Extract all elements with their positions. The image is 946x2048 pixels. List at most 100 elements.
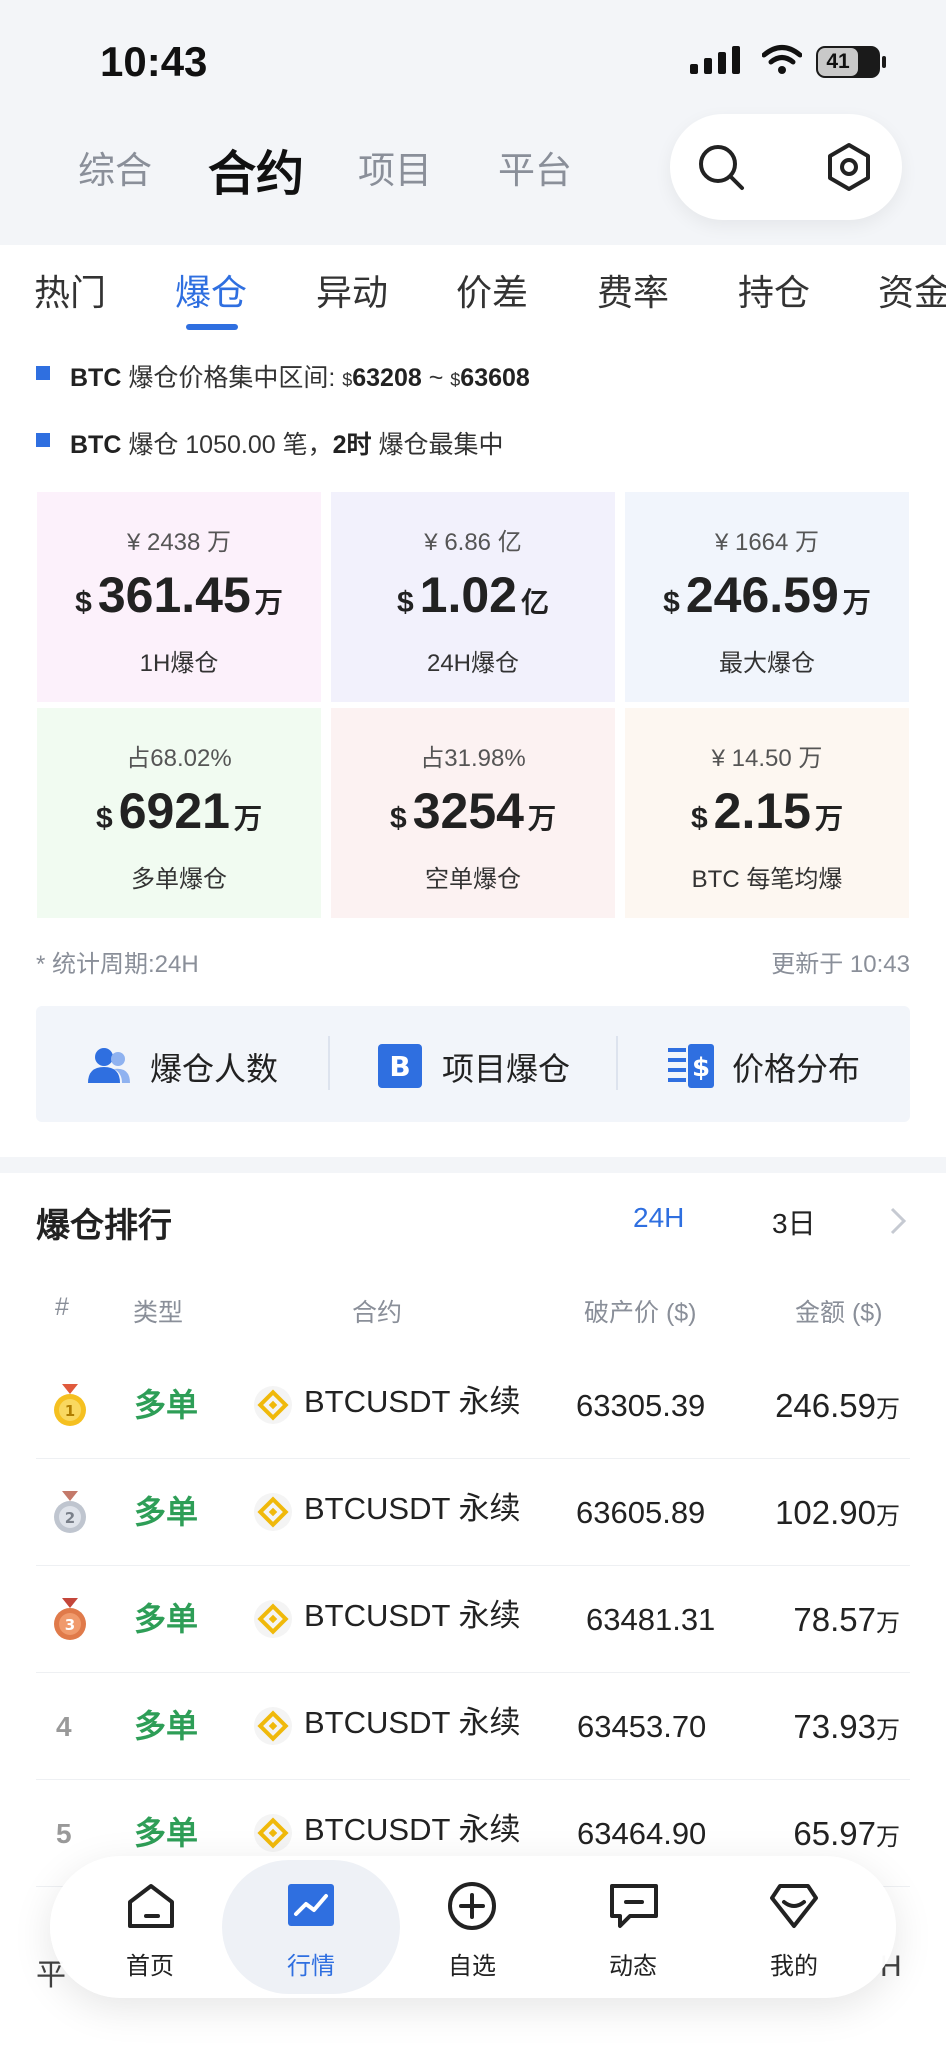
card-value: $361.45 万 bbox=[75, 567, 283, 623]
tab-funds[interactable]: 资金 bbox=[878, 264, 946, 316]
row-rank: 5 bbox=[56, 1818, 72, 1849]
top-nav-comprehensive[interactable]: 综合 bbox=[78, 140, 152, 194]
table-row[interactable]: 1 多单 BTCUSDT 永续 63305.39 246.59万 bbox=[36, 1352, 910, 1459]
row-contract: BTCUSDT 永续 bbox=[304, 1598, 521, 1633]
row-amount: 246.59万 bbox=[775, 1387, 900, 1424]
home-icon[interactable] bbox=[126, 1882, 176, 1930]
binance-coin-icon bbox=[254, 1386, 292, 1424]
row-price: 63481.31 bbox=[586, 1602, 716, 1637]
profile-diamond-icon[interactable] bbox=[768, 1882, 820, 1930]
stat-card-24h: ¥ 6.86 亿 $1.02 亿 24H爆仓 bbox=[331, 492, 615, 702]
card-sub: ¥ 14.50 万 bbox=[711, 745, 823, 772]
ranking-tab-24h[interactable]: 24H bbox=[633, 1202, 684, 1234]
row-amount: 102.90万 bbox=[775, 1494, 900, 1531]
tab-home[interactable]: 首页 bbox=[90, 1946, 210, 1981]
stat-card-avg: ¥ 14.50 万 $2.15 万 BTC 每笔均爆 bbox=[625, 708, 909, 918]
card-label: 1H爆仓 bbox=[139, 650, 219, 677]
binance-coin-icon bbox=[254, 1493, 292, 1531]
price-distribution-icon: $ bbox=[668, 1044, 714, 1088]
row-price: 63305.39 bbox=[576, 1388, 706, 1423]
top-nav-project[interactable]: 项目 bbox=[358, 140, 432, 194]
wifi-icon bbox=[762, 45, 802, 74]
svg-text:3: 3 bbox=[65, 1616, 75, 1634]
row-contract: BTCUSDT 永续 bbox=[304, 1705, 521, 1740]
people-icon bbox=[88, 1048, 130, 1083]
tab-spread[interactable]: 价差 bbox=[456, 264, 528, 316]
tab-open-interest[interactable]: 持仓 bbox=[738, 264, 810, 316]
tab-hot[interactable]: 热门 bbox=[34, 264, 106, 316]
liquidation-people-button[interactable]: 爆仓人数 bbox=[150, 1044, 278, 1090]
top-nav-platform[interactable]: 平台 bbox=[498, 140, 572, 194]
project-liquidation-button[interactable]: 项目爆仓 bbox=[442, 1044, 570, 1090]
binance-coin-icon bbox=[254, 1814, 292, 1852]
tab-funding-rate[interactable]: 费率 bbox=[597, 264, 669, 316]
battery-icon: 41 bbox=[816, 46, 880, 78]
card-value: $6921 万 bbox=[96, 783, 262, 839]
stats-period: * 统计周期:24H bbox=[36, 951, 199, 978]
card-sub: ¥ 6.86 亿 bbox=[424, 529, 522, 556]
price-range-summary: BTC 爆仓价格集中区间: $63208 ~ $63608 bbox=[70, 364, 530, 392]
svg-text:B: B bbox=[389, 1050, 410, 1083]
tab-profile[interactable]: 我的 bbox=[734, 1946, 854, 1981]
row-type: 多单 bbox=[134, 1708, 199, 1744]
row-price: 63453.70 bbox=[577, 1709, 707, 1744]
top-nav-contract[interactable]: 合约 bbox=[208, 134, 304, 204]
card-label: BTC 每笔均爆 bbox=[691, 866, 843, 893]
row-amount: 73.93万 bbox=[793, 1708, 900, 1745]
table-row[interactable]: 2 多单 BTCUSDT 永续 63605.89 102.90万 bbox=[36, 1459, 910, 1566]
card-label: 多单爆仓 bbox=[131, 866, 227, 893]
bullet-marker bbox=[36, 366, 50, 380]
svg-text:1: 1 bbox=[65, 1402, 75, 1420]
bitcoin-icon: B bbox=[378, 1044, 422, 1088]
chevron-right-icon[interactable] bbox=[888, 1206, 908, 1236]
section-gap bbox=[0, 1157, 946, 1173]
col-header-contract: 合约 bbox=[352, 1299, 403, 1327]
svg-text:2: 2 bbox=[65, 1509, 75, 1527]
tab-liquidation[interactable]: 爆仓 bbox=[175, 264, 247, 316]
table-row[interactable]: 4 多单 BTCUSDT 永续 63453.70 73.93万 bbox=[36, 1673, 910, 1780]
card-label: 空单爆仓 bbox=[425, 866, 521, 893]
stat-card-short: 占31.98% $3254 万 空单爆仓 bbox=[331, 708, 615, 918]
market-chart-icon[interactable] bbox=[286, 1882, 336, 1930]
tab-activity[interactable]: 动态 bbox=[573, 1946, 693, 1981]
status-time: 10:43 bbox=[100, 38, 208, 85]
card-value: $246.59 万 bbox=[663, 567, 871, 623]
signal-icon bbox=[690, 46, 740, 74]
card-sub: ¥ 1664 万 bbox=[714, 529, 820, 556]
toolbar-divider bbox=[616, 1036, 618, 1090]
settings-icon[interactable] bbox=[824, 142, 874, 192]
card-value: $2.15 万 bbox=[690, 783, 844, 839]
stat-card-max: ¥ 1664 万 $246.59 万 最大爆仓 bbox=[625, 492, 909, 702]
row-rank: 4 bbox=[56, 1711, 72, 1742]
battery-level: 41 bbox=[818, 48, 858, 76]
row-type: 多单 bbox=[134, 1387, 199, 1423]
tab-anomaly[interactable]: 异动 bbox=[316, 264, 388, 316]
count-summary: BTC 爆仓 1050.00 笔，2时 爆仓最集中 bbox=[70, 431, 504, 459]
silver-medal-icon: 2 bbox=[54, 1491, 86, 1533]
price-distribution-button[interactable]: 价格分布 bbox=[732, 1044, 860, 1090]
card-value: $3254 万 bbox=[390, 783, 556, 839]
binance-coin-icon bbox=[254, 1707, 292, 1745]
col-header-amount: 金额 ($) bbox=[795, 1299, 883, 1327]
search-icon[interactable] bbox=[696, 142, 746, 192]
tab-watchlist[interactable]: 自选 bbox=[412, 1946, 532, 1981]
table-row[interactable]: 3 多单 BTCUSDT 永续 63481.31 78.57万 bbox=[36, 1566, 910, 1673]
card-sub: 占31.98% bbox=[420, 745, 526, 772]
ranking-tab-3d[interactable]: 3日 bbox=[772, 1202, 816, 1242]
card-label: 最大爆仓 bbox=[719, 650, 815, 677]
col-header-price: 破产价 ($) bbox=[584, 1299, 697, 1327]
row-contract: BTCUSDT 永续 bbox=[304, 1491, 521, 1526]
col-header-type: 类型 bbox=[133, 1299, 184, 1327]
card-sub: 占68.02% bbox=[126, 745, 232, 772]
row-type: 多单 bbox=[134, 1601, 199, 1637]
card-value: $1.02 亿 bbox=[396, 567, 550, 623]
add-watchlist-icon[interactable] bbox=[446, 1880, 498, 1932]
tab-market[interactable]: 行情 bbox=[251, 1946, 371, 1981]
active-tab-indicator bbox=[186, 324, 238, 330]
message-icon[interactable] bbox=[608, 1882, 660, 1930]
bronze-medal-icon: 3 bbox=[54, 1598, 86, 1640]
row-amount: 78.57万 bbox=[793, 1601, 900, 1638]
stats-updated: 更新于 10:43 bbox=[771, 951, 910, 978]
row-contract: BTCUSDT 永续 bbox=[304, 1384, 521, 1419]
card-sub: ¥ 2438 万 bbox=[126, 529, 232, 556]
